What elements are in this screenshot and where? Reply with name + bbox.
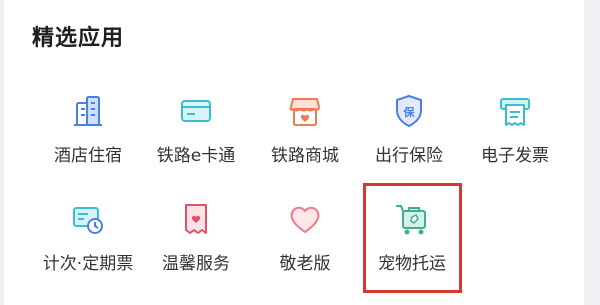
app-label: 铁路e卡通: [156, 146, 236, 166]
section-title: 精选应用: [32, 26, 125, 51]
app-travel-insurance[interactable]: 保 出行保险: [359, 93, 459, 173]
app-railway-mall[interactable]: 铁路商城: [255, 93, 355, 173]
app-label: 酒店住宿: [54, 146, 122, 166]
app-railway-card[interactable]: 铁路e卡通: [146, 93, 246, 173]
heart-icon: [287, 201, 323, 237]
highlight-box: [363, 183, 462, 293]
app-periodic-ticket[interactable]: 计次·定期票: [38, 201, 138, 281]
insurance-shield-icon: 保: [391, 93, 427, 129]
warm-service-icon: [178, 201, 214, 237]
app-label: 出行保险: [375, 146, 443, 166]
app-label: 电子发票: [481, 146, 549, 166]
invoice-printer-icon: [497, 93, 533, 129]
app-hotel[interactable]: 酒店住宿: [38, 93, 138, 173]
svg-text:保: 保: [403, 105, 416, 119]
app-elderly-mode[interactable]: 敬老版: [255, 201, 355, 281]
app-label: 计次·定期票: [42, 254, 134, 274]
app-label: 铁路商城: [271, 146, 339, 166]
hotel-building-icon: [70, 93, 106, 129]
featured-apps-card: 精选应用 酒店住宿 铁路e卡通 铁路商城 保 出行保险 电子发票 计次·定期票 …: [4, 0, 584, 305]
periodic-ticket-icon: [70, 201, 106, 237]
app-e-invoice[interactable]: 电子发票: [465, 93, 565, 173]
railway-card-icon: [178, 93, 214, 129]
app-label: 敬老版: [279, 254, 331, 274]
app-warm-service[interactable]: 温馨服务: [146, 201, 246, 281]
mall-shop-icon: [287, 93, 323, 129]
app-label: 温馨服务: [162, 254, 230, 274]
